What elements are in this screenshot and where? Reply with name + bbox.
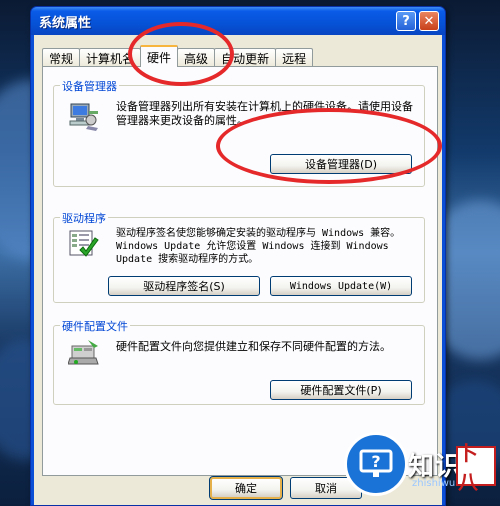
drivers-legend: 驱动程序	[60, 210, 108, 226]
hardware-profiles-description: 硬件配置文件向您提供建立和保存不同硬件配置的方法。	[116, 340, 391, 353]
help-button[interactable]: ?	[396, 11, 416, 31]
drivers-description: 驱动程序签名使您能够确定安装的驱动程序与 Windows 兼容。Windows …	[116, 228, 401, 265]
driver-signing-icon	[68, 228, 100, 260]
watermark-logo-icon: ?	[344, 432, 408, 496]
watermark-badge: 卜八	[456, 441, 496, 494]
windows-update-button[interactable]: Windows Update(W)	[270, 276, 412, 296]
hardware-profiles-group: 硬件配置文件 硬件配置文件向您提供建立和保存不同硬件配置的方法。 硬件配置文件(…	[53, 318, 425, 405]
tab-automatic-updates[interactable]: 自动更新	[214, 48, 277, 67]
drivers-group: 驱动程序 驱动程序签名使您能够确定安装的驱动程序与 Windows 兼容。Win…	[53, 210, 425, 303]
tab-strip: 常规 计算机名 硬件 高级 自动更新 远程	[42, 45, 314, 67]
device-manager-group: 设备管理器 设备管理器列出所有安装在计算机上的硬件设备。请使用设备管理器来更改设…	[53, 78, 425, 187]
window-title: 系统属性	[39, 15, 92, 31]
system-properties-window: 系统属性 ? ✕ 常规 计算机名 硬件 高级 自动更新 远程 设备管理器 设备管…	[30, 6, 446, 506]
tab-remote[interactable]: 远程	[275, 48, 314, 67]
svg-text:?: ?	[371, 452, 380, 471]
close-button[interactable]: ✕	[419, 11, 439, 31]
close-icon: ✕	[423, 13, 435, 29]
hardware-tab-panel: 设备管理器 设备管理器列出所有安装在计算机上的硬件设备。请使用设备管理器来更改设…	[42, 66, 438, 476]
help-icon: ?	[402, 13, 410, 29]
title-bar[interactable]: 系统属性 ? ✕	[31, 7, 445, 35]
watermark: ? 知识屋 zhishiwu.com 卜八	[340, 432, 500, 506]
device-manager-button[interactable]: 设备管理器(D)	[270, 154, 412, 174]
device-manager-legend: 设备管理器	[60, 78, 119, 94]
device-manager-description: 设备管理器列出所有安装在计算机上的硬件设备。请使用设备管理器来更改设备的属性。	[116, 100, 413, 127]
hardware-profiles-legend: 硬件配置文件	[60, 318, 130, 334]
tab-general[interactable]: 常规	[42, 48, 81, 67]
device-manager-icon	[68, 100, 100, 132]
ok-button[interactable]: 确定	[209, 476, 283, 500]
hardware-profile-icon	[67, 338, 100, 370]
tab-hardware[interactable]: 硬件	[140, 45, 179, 67]
title-buttons: ? ✕	[396, 11, 439, 31]
hardware-profiles-button[interactable]: 硬件配置文件(P)	[270, 380, 412, 400]
driver-signing-button[interactable]: 驱动程序签名(S)	[108, 276, 260, 296]
tab-advanced[interactable]: 高级	[177, 48, 216, 67]
tab-computer-name[interactable]: 计算机名	[79, 48, 142, 67]
